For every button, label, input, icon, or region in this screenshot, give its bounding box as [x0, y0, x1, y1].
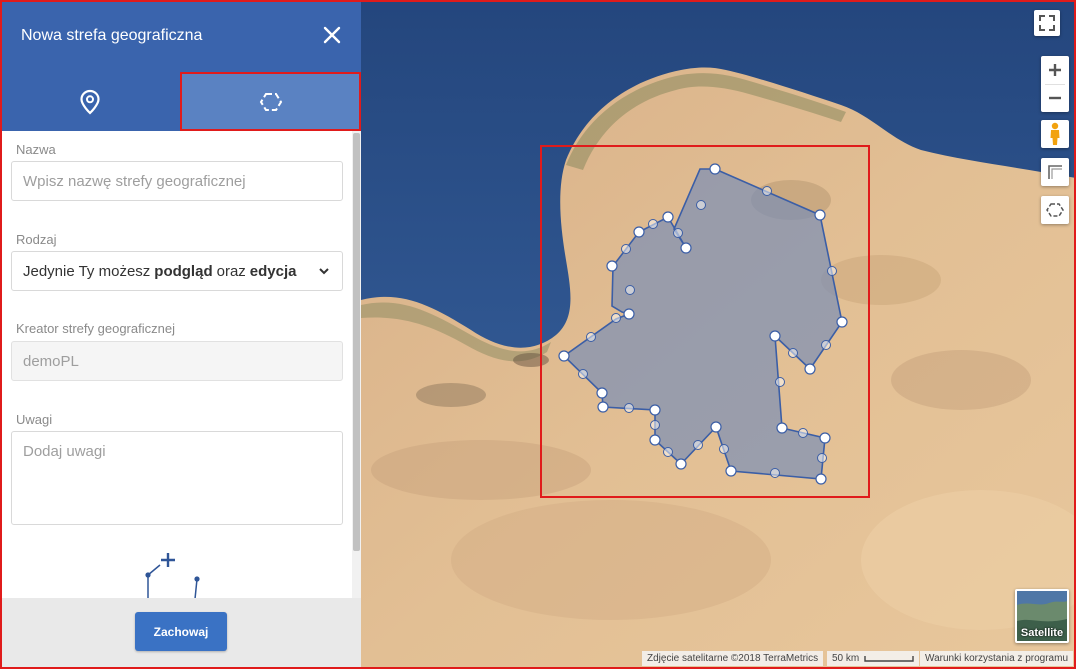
kind-value-bold2: edycja	[249, 262, 297, 280]
creator-label: Kreator strefy geograficznej	[16, 321, 175, 336]
scrollbar-thumb[interactable]	[353, 133, 360, 551]
geofence-panel: Nowa strefa geograficzna Nazwa Rodzaj Je…	[0, 0, 361, 669]
polygon-icon	[259, 92, 282, 111]
tab-point[interactable]	[0, 72, 180, 131]
panel-title: Nowa strefa geograficzna	[21, 27, 203, 44]
street-view-button[interactable]	[1041, 120, 1069, 148]
kind-select[interactable]: Jedynie Ty możesz podgląd oraz edycja	[11, 251, 343, 291]
map-pin-icon	[80, 89, 100, 115]
panel-scrollbar[interactable]	[352, 131, 361, 598]
zoom-control	[1041, 56, 1069, 112]
panel-footer: Zachowaj	[0, 598, 361, 669]
kind-value-mid: oraz	[216, 262, 246, 280]
rectangle-tool-button[interactable]	[1041, 158, 1069, 186]
rectangle-tool-icon	[1048, 165, 1062, 179]
kind-value-prefix: Jedynie Ty możesz	[23, 262, 151, 280]
scale-bar	[864, 655, 914, 662]
name-label: Nazwa	[16, 142, 56, 157]
map-type-toggle[interactable]: Satellite	[1015, 589, 1069, 643]
zoom-out-icon	[1049, 96, 1061, 100]
map-view[interactable]: Satellite Zdjęcie satelitarne ©2018 Terr…	[361, 0, 1076, 669]
kind-value-bold1: podgląd	[154, 262, 213, 280]
panel-header: Nowa strefa geograficzna	[0, 0, 361, 72]
chevron-down-icon	[319, 268, 329, 275]
close-button[interactable]	[321, 22, 343, 48]
creator-value: demoPL	[23, 352, 79, 370]
polygon-draw-illustration-icon	[145, 553, 200, 598]
imagery-attribution: Zdjęcie satelitarne ©2018 TerraMetrics	[642, 651, 824, 666]
zoom-out-button[interactable]	[1041, 84, 1069, 112]
zoom-in-icon	[1049, 64, 1061, 76]
geofence-polygon[interactable]	[361, 0, 1076, 669]
scale-label: 50 km	[832, 653, 860, 664]
geofence-type-tabs	[0, 72, 361, 131]
fullscreen-button[interactable]	[1034, 10, 1060, 36]
kind-label: Rodzaj	[16, 232, 57, 247]
map-scale: 50 km	[827, 651, 920, 666]
terms-link[interactable]: Warunki korzystania z programu	[920, 651, 1074, 666]
notes-textarea[interactable]	[11, 431, 343, 525]
polygon-tool-icon	[1046, 203, 1064, 217]
map-type-label: Satellite	[1020, 627, 1064, 639]
polygon-tool-button[interactable]	[1041, 196, 1069, 224]
notes-label: Uwagi	[16, 412, 53, 427]
tab-polygon[interactable]	[180, 72, 361, 131]
close-icon	[323, 26, 341, 44]
pegman-icon	[1050, 122, 1060, 145]
creator-field: demoPL	[11, 341, 343, 381]
zoom-in-button[interactable]	[1041, 56, 1069, 84]
save-button[interactable]: Zachowaj	[135, 612, 227, 651]
form-body: Nazwa Rodzaj Jedynie Ty możesz podgląd o…	[0, 131, 352, 598]
name-input[interactable]	[11, 161, 343, 201]
fullscreen-icon	[1039, 15, 1055, 31]
